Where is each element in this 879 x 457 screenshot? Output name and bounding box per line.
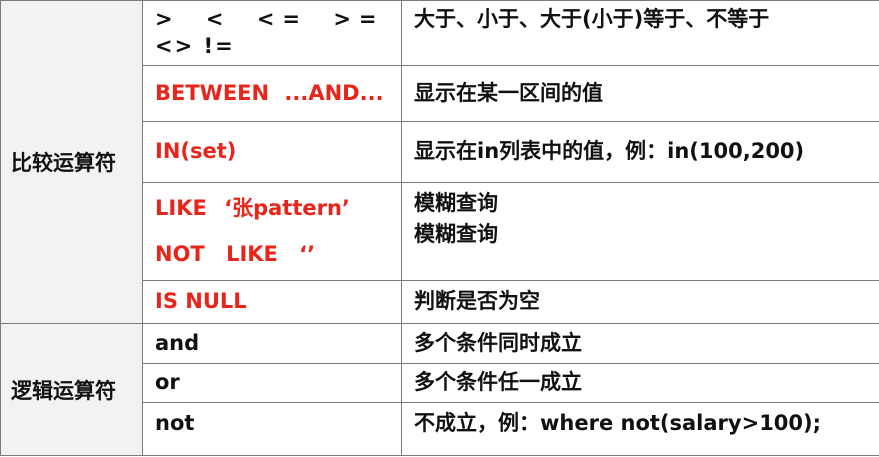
description-cell: 判断是否为空 (401, 280, 879, 324)
operator-text: and (155, 330, 200, 355)
description-text: 大于、小于、大于(小于)等于、不等于 (414, 7, 770, 31)
operator-cell: IS NULL (142, 280, 402, 324)
description-cell: 显示在某一区间的值 (401, 65, 879, 122)
description-text: 多个条件同时成立 (414, 330, 582, 355)
operator-text: IS NULL (155, 289, 247, 314)
category-label: 比较运算符 (11, 151, 116, 175)
operator-text: LIKE ‘张pattern’ (155, 196, 350, 221)
operator-table-slide: 比较运算符 > < <= >= = <> != 大于、小于、大于(小于)等于、不… (0, 0, 879, 457)
operator-text: BETWEEN ...AND... (155, 80, 384, 105)
operator-cell: BETWEEN ...AND... (142, 65, 402, 122)
operator-cell: LIKE ‘张pattern’ NOT LIKE ‘’ (142, 182, 402, 281)
description-cell: 多个条件同时成立 (401, 323, 879, 364)
description-cell: 模糊查询 模糊查询 (401, 182, 879, 281)
description-cell: 多个条件任一成立 (401, 363, 879, 403)
operator-text: not (155, 411, 195, 435)
operator-cell: > < <= >= = <> != (142, 0, 402, 66)
description-text: 模糊查询 (414, 222, 498, 247)
category-label: 逻辑运算符 (11, 378, 116, 403)
operator-cell: not (142, 402, 402, 456)
table-row: 比较运算符 > < <= >= = <> != 大于、小于、大于(小于)等于、不… (0, 0, 879, 324)
description-text: 不成立，例：where not(salary>100); (414, 411, 822, 435)
description-text: 显示在in列表中的值，例：in(100,200) (414, 139, 805, 164)
operator-cell: and (142, 323, 402, 364)
operator-table: 比较运算符 > < <= >= = <> != 大于、小于、大于(小于)等于、不… (0, 0, 879, 456)
description-text: 显示在某一区间的值 (414, 80, 603, 105)
operator-cell: or (142, 363, 402, 403)
operator-text: <> != (155, 34, 235, 59)
description-text: 多个条件任一成立 (414, 370, 582, 395)
description-cell: 显示在in列表中的值，例：in(100,200) (401, 121, 879, 183)
table-row: 逻辑运算符 and 多个条件同时成立 (0, 323, 879, 456)
operator-text: > < <= >= = (155, 7, 401, 31)
description-cell: 大于、小于、大于(小于)等于、不等于 (401, 0, 879, 66)
category-cell-comparison: 比较运算符 (0, 0, 143, 324)
description-text: 模糊查询 (414, 191, 498, 215)
operator-text: or (155, 370, 180, 395)
operator-text: NOT LIKE ‘’ (155, 241, 316, 266)
description-text: 判断是否为空 (414, 289, 540, 314)
operator-cell: IN(set) (142, 121, 402, 183)
description-cell: 不成立，例：where not(salary>100); (401, 402, 879, 456)
category-cell-logical: 逻辑运算符 (0, 323, 143, 456)
operator-text: IN(set) (155, 139, 237, 164)
